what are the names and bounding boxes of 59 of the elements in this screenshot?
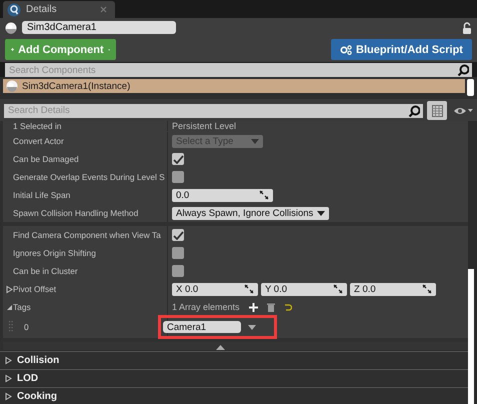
search-icon [408, 104, 420, 116]
plus-icon[interactable] [248, 302, 258, 312]
checkbox[interactable] [172, 171, 184, 183]
collapse-arrow-icon[interactable] [5, 302, 13, 312]
vector-field[interactable]: X 0.0 [172, 282, 258, 296]
checkbox[interactable] [172, 247, 184, 259]
lock-icon[interactable] [462, 22, 472, 34]
scrollbar-thumb[interactable] [467, 79, 474, 96]
expand-icon [244, 284, 254, 294]
search-components-field[interactable]: Search Components [5, 63, 472, 77]
vector-field[interactable]: Y 0.0 [261, 282, 347, 296]
tag-field[interactable]: Camera1 [163, 321, 241, 333]
sphere-icon [5, 22, 17, 34]
property-label: Can be Damaged [13, 154, 79, 164]
property-label: Pivot Offset [13, 284, 56, 294]
property-label: Tags [13, 302, 31, 312]
property-label: 1 Selected in [13, 121, 62, 131]
property-label: Generate Overlap Events During Level S [13, 172, 165, 182]
property-label: Find Camera Component when View Ta [13, 230, 161, 240]
trash-icon[interactable] [266, 302, 275, 312]
grid-view-button[interactable] [427, 101, 448, 120]
property-label: Ignores Origin Shifting [13, 248, 96, 258]
checkbox[interactable] [172, 153, 184, 165]
sphere-icon [6, 80, 18, 92]
tab-title: Details [26, 4, 58, 15]
actor-name-field[interactable]: Sim3dCamera1 [22, 21, 176, 34]
dropdown[interactable]: Always Spawn, Ignore Collisions [172, 206, 330, 220]
details-tab[interactable]: Details [3, 1, 115, 18]
expand-icon [333, 284, 343, 294]
property-label: Spawn Collision Handling Method [13, 208, 138, 218]
expand-icon [259, 190, 269, 200]
gears-icon [340, 44, 352, 54]
caret-icon[interactable] [248, 324, 256, 330]
drag-handle-icon[interactable] [9, 321, 13, 333]
expand-arrow-icon[interactable] [5, 284, 13, 294]
expand-icon [422, 284, 432, 294]
checkbox[interactable] [172, 229, 184, 241]
component-item[interactable]: Sim3dCamera1(Instance) [3, 79, 465, 93]
scrollbar-thumb[interactable] [468, 269, 474, 404]
property-label: Convert Actor [13, 136, 64, 146]
search-details-field[interactable]: Search Details [4, 104, 424, 118]
property-label: Can be in Cluster [13, 266, 78, 276]
vector-field[interactable]: Z 0.0 [350, 282, 436, 296]
caret-icon [317, 210, 326, 216]
search-icon [457, 64, 469, 76]
eye-icon[interactable] [453, 106, 473, 116]
array-count: 1 Array elements [172, 302, 240, 312]
property-label: Initial Life Span [13, 190, 70, 200]
blueprint-button[interactable]: Blueprint/Add Script [331, 39, 472, 60]
property-value: Persistent Level [172, 121, 236, 131]
category-header[interactable]: LOD [0, 369, 468, 386]
array-index: 0 [24, 322, 29, 332]
category-header[interactable]: Cooking [0, 387, 468, 404]
checkbox[interactable] [172, 265, 184, 277]
magnifier-icon [7, 2, 21, 16]
caret-icon [251, 138, 259, 144]
category-header[interactable]: Collision [0, 351, 468, 368]
grid-icon [432, 104, 443, 116]
number-field[interactable]: 0.0 [172, 188, 273, 202]
